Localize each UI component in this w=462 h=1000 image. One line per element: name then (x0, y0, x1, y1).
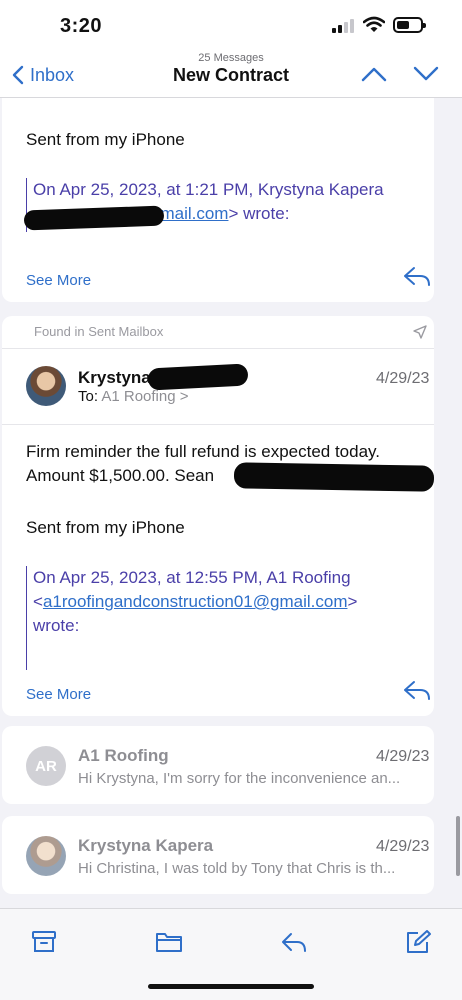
paper-plane-icon (413, 325, 427, 339)
scrollbar[interactable] (456, 816, 460, 876)
wifi-icon (363, 16, 385, 32)
status-bar: 3:20 (0, 0, 462, 50)
message-count: 25 Messages (198, 52, 264, 64)
reply-icon[interactable] (402, 264, 432, 288)
quote-header: On Apr 25, 2023, at 1:21 PM, Krystyna Ka… (33, 180, 384, 199)
quote-email-link[interactable]: a1roofingandconstruction01@gmail.com (43, 592, 348, 611)
body-line: Firm reminder the full refund is expecte… (26, 442, 381, 461)
signature-text: Sent from my iPhone (26, 518, 185, 537)
message-preview: Hi Krystyna, I'm sorry for the inconveni… (78, 770, 401, 787)
message-card: Sent from my iPhone On Apr 25, 2023, at … (2, 98, 434, 302)
message-row[interactable]: AR A1 Roofing 4/29/23 Hi Krystyna, I'm s… (2, 726, 434, 804)
quoted-text: On Apr 25, 2023, at 12:55 PM, A1 Roofing… (26, 566, 357, 670)
quote-suffix: > wrote: (228, 204, 290, 223)
chevron-down-icon[interactable] (412, 63, 440, 85)
battery-icon (393, 17, 426, 33)
message-card: Found in Sent Mailbox Krystyna 4/29/23 T… (2, 316, 435, 716)
see-more-link[interactable]: See More (26, 272, 91, 289)
reply-icon[interactable] (280, 929, 308, 955)
redaction-mark (233, 462, 435, 492)
message-date: 4/29/23 (376, 748, 430, 765)
recipient-line: To: A1 Roofing > (78, 388, 189, 405)
avatar (26, 836, 66, 876)
quote-email-line: <a1roofingandconstruction01@gmail.com> (33, 592, 358, 611)
found-in-sent-label: Found in Sent Mailbox (34, 324, 164, 339)
avatar: AR (26, 746, 66, 786)
message-body: Sent from my iPhone (26, 130, 185, 149)
home-indicator (148, 984, 314, 989)
archive-icon[interactable] (30, 929, 58, 955)
sender-name: A1 Roofing (78, 746, 169, 765)
reply-icon[interactable] (402, 678, 432, 702)
message-preview: Hi Christina, I was told by Tony that Ch… (78, 860, 396, 877)
avatar (26, 366, 66, 406)
message-date: 4/29/23 (376, 838, 430, 855)
sender-name: Krystyna (78, 368, 151, 387)
divider (2, 348, 434, 349)
page-title: New Contract (172, 65, 289, 85)
folder-icon[interactable] (155, 929, 183, 955)
divider (2, 424, 434, 425)
cellular-signal-icon (332, 19, 356, 33)
nav-bar: Inbox 25 Messages New Contract (0, 50, 462, 98)
quote-footer: wrote: (33, 616, 80, 635)
see-more-link[interactable]: See More (26, 686, 91, 703)
compose-icon[interactable] (404, 929, 432, 955)
quote-header: On Apr 25, 2023, at 12:55 PM, A1 Roofing (33, 568, 351, 587)
redaction-mark (147, 363, 249, 391)
status-time: 3:20 (60, 15, 103, 37)
sender-name: Krystyna Kapera (78, 836, 214, 855)
message-date: 4/29/23 (376, 370, 430, 387)
message-row[interactable]: Krystyna Kapera 4/29/23 Hi Christina, I … (2, 816, 434, 894)
recipient-name[interactable]: A1 Roofing > (101, 388, 188, 405)
to-label: To: (78, 388, 99, 405)
chevron-up-icon[interactable] (360, 63, 388, 85)
